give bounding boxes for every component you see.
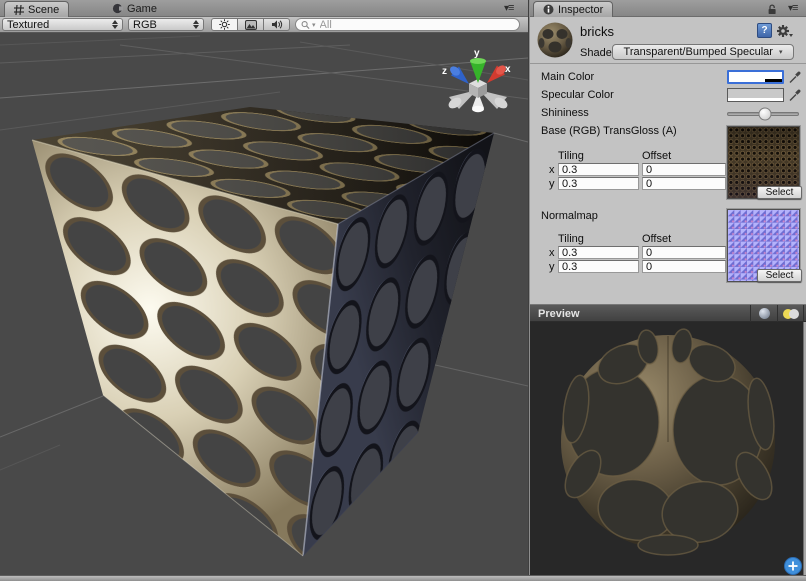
info-icon [543,4,554,15]
base-offset-y-input[interactable] [642,177,726,190]
shininess-slider-thumb[interactable] [759,108,772,121]
sphere-toggle-icon [759,308,770,319]
audio-toggle-button[interactable] [264,18,290,31]
search-icon [301,20,310,30]
preview-shape-button[interactable] [750,305,777,322]
specular-color-swatch[interactable] [727,88,784,102]
normal-map-select-button[interactable]: Select [757,269,802,282]
preview-title: Preview [538,308,580,320]
base-map-label: Base (RGB) TransGloss (A) [541,125,677,137]
render-mode-dropdown[interactable]: Textured [2,18,123,31]
search-filter-arrow-icon: ▾ [312,21,316,29]
shader-label: Shader [580,47,615,59]
normal-offset-x-input[interactable] [642,246,726,259]
main-color-swatch[interactable] [727,70,784,84]
normal-tiling-header: Tiling [558,233,584,245]
scene-panel: Scene Game ▾≡ Textured RGB [0,0,528,575]
normal-map-label: Normalmap [541,210,598,222]
inspector-panel: Inspector ▾≡ [530,0,806,575]
tab-scene[interactable]: Scene [4,1,69,17]
inspector-tabbar: Inspector ▾≡ [530,0,806,17]
select-button-label: Select [766,187,794,198]
inspector-panel-menu-icon[interactable]: ▾≡ [788,3,797,14]
normal-tiling-x-input[interactable] [558,246,639,259]
base-x-label: x [549,164,555,176]
light-toggle-icon [783,309,799,319]
help-icon[interactable]: ? [757,23,772,38]
base-tiling-x-input[interactable] [558,163,639,176]
scene-tabbar: Scene Game ▾≡ [0,0,528,17]
tab-game[interactable]: Game [112,1,157,16]
base-map-select-button[interactable]: Select [757,186,802,199]
main-color-label: Main Color [541,71,594,83]
base-offset-x-input[interactable] [642,163,726,176]
scene-search-field[interactable]: ▾ [295,18,520,31]
material-preview[interactable] [530,322,803,575]
channel-mode-dropdown[interactable]: RGB [128,18,204,31]
normal-x-label: x [549,247,555,259]
alpha-bar-remainder [765,79,782,82]
shader-dropdown[interactable]: Transparent/Bumped Specular ▾ [612,44,794,60]
base-tiling-y-input[interactable] [558,177,639,190]
scene-grid-icon [14,5,24,15]
alpha-bar [729,79,765,82]
normal-tiling-y-input[interactable] [558,260,639,273]
game-icon [112,3,123,14]
normal-offset-y-input[interactable] [642,260,726,273]
lighting-toggle-button[interactable] [211,18,238,31]
unity-editor-window: Scene Game ▾≡ Textured RGB [0,0,806,581]
specular-color-label: Specular Color [541,89,614,101]
shader-value: Transparent/Bumped Specular [624,46,773,58]
dropdown-arrow-icon: ▾ [779,48,783,56]
normal-offset-header: Offset [642,233,671,245]
material-header: bricks Shader Transparent/Bumped Specula… [530,17,806,64]
search-input[interactable] [318,18,514,32]
shininess-slider[interactable] [727,112,799,116]
material-name: bricks [580,24,614,39]
eyedropper-icon[interactable] [788,70,802,84]
speaker-icon [271,19,283,30]
alpha-bar [728,98,783,101]
render-mode-value: Textured [7,19,49,31]
window-bottom-strip [0,575,806,581]
eyedropper-icon[interactable] [788,88,802,102]
shininess-label: Shininess [541,107,589,119]
dropdown-arrows-icon [112,20,118,29]
tab-inspector-label: Inspector [558,4,603,16]
tab-scene-label: Scene [28,4,59,16]
image-icon [245,20,257,30]
material-ball-icon [536,21,574,59]
preview-lighting-button[interactable] [777,305,804,322]
tab-game-label: Game [127,3,157,15]
select-button-label: Select [766,270,794,281]
tab-inspector[interactable]: Inspector [533,1,613,17]
gizmo-x-label: x [505,64,511,75]
base-tiling-header: Tiling [558,150,584,162]
sun-icon [219,19,230,30]
base-y-label: y [549,178,555,190]
add-preview-button[interactable] [785,558,802,575]
lock-icon[interactable] [766,3,778,15]
skybox-toggle-button[interactable] [238,18,264,31]
scene-toolbar: Textured RGB [0,17,528,33]
preview-header[interactable]: Preview [530,304,806,322]
dropdown-arrows-icon [193,20,199,29]
gizmo-y-label: y [474,48,480,59]
scene-panel-menu-icon[interactable]: ▾≡ [504,3,513,14]
scene-viewport[interactable]: y x z [0,33,528,575]
gear-icon[interactable] [776,23,794,39]
channel-mode-value: RGB [133,19,157,31]
base-offset-header: Offset [642,150,671,162]
gizmo-z-label: z [442,66,447,77]
normal-y-label: y [549,261,555,273]
